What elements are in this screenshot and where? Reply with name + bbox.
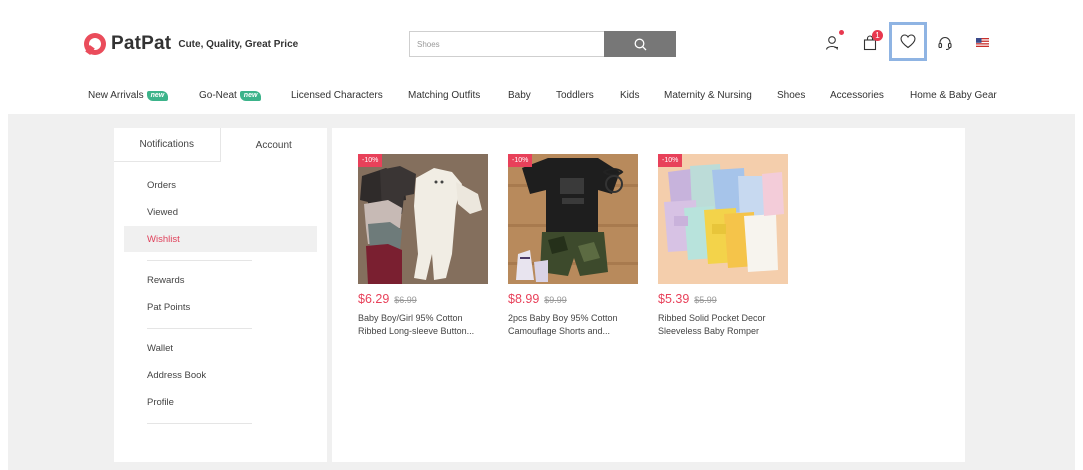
search-icon: [634, 38, 646, 50]
nav-label: Toddlers: [556, 90, 594, 101]
category-nav: New Arrivals new Go-Neat new Licensed Ch…: [0, 80, 1083, 114]
product-photo-baby-rompers: [658, 154, 788, 284]
headset-icon: [938, 37, 952, 51]
new-tag: new: [239, 90, 262, 101]
cart-count-badge: 1: [872, 30, 883, 41]
sale-price: $5.39: [658, 292, 690, 306]
notification-dot: [839, 30, 844, 35]
nav-matching-outfits[interactable]: Matching Outfits: [408, 90, 480, 101]
nav-shoes[interactable]: Shoes: [777, 90, 805, 101]
search-button[interactable]: [604, 31, 676, 57]
account-button[interactable]: [822, 32, 844, 54]
tab-notifications[interactable]: Notifications: [114, 128, 221, 162]
product-image[interactable]: -10%: [658, 154, 788, 284]
sidebar-divider: [147, 423, 252, 424]
wishlist-panel: -10% $6.29 $6.99 Baby Boy/Girl 95% Cotto…: [332, 128, 965, 462]
nav-label: Kids: [620, 90, 640, 101]
nav-maternity-nursing[interactable]: Maternity & Nursing: [664, 90, 752, 101]
product-title[interactable]: 2pcs Baby Boy 95% Cotton Camouflage Shor…: [508, 312, 642, 338]
product-image[interactable]: -10%: [508, 154, 638, 284]
sidebar-item-viewed[interactable]: Viewed: [124, 199, 317, 225]
nav-label: Home & Baby Gear: [910, 90, 997, 101]
brand-name: PatPat: [111, 33, 172, 54]
price-row: $5.39 $5.99: [658, 292, 717, 306]
nav-label: Shoes: [777, 90, 806, 101]
product-title-line: Ribbed Solid Pocket Decor: [658, 313, 766, 323]
nav-licensed-characters[interactable]: Licensed Characters: [291, 90, 383, 101]
product-title[interactable]: Ribbed Solid Pocket Decor Sleeveless Bab…: [658, 312, 792, 338]
nav-kids[interactable]: Kids: [620, 90, 639, 101]
original-price: $5.99: [694, 295, 717, 305]
customer-service-button[interactable]: [934, 32, 956, 54]
user-icon: [825, 36, 839, 50]
search-input[interactable]: [409, 31, 604, 57]
sidebar-item-pat-points[interactable]: Pat Points: [124, 294, 317, 320]
product-title-line: 2pcs Baby Boy 95% Cotton: [508, 313, 618, 323]
product-title[interactable]: Baby Boy/Girl 95% Cotton Ribbed Long-sle…: [358, 312, 492, 338]
nav-label: Licensed Characters: [291, 90, 383, 101]
nav-label: Go-Neat: [199, 90, 237, 101]
site-header: PatPat Cute, Quality, Great Price 1: [0, 0, 1083, 80]
sidebar-item-address-book[interactable]: Address Book: [124, 362, 317, 388]
sidebar-divider: [147, 260, 252, 261]
discount-badge: -10%: [658, 154, 683, 167]
product-image[interactable]: -10%: [358, 154, 488, 284]
discount-badge: -10%: [358, 154, 383, 167]
price-row: $8.99 $9.99: [508, 292, 567, 306]
sidebar-item-rewards[interactable]: Rewards: [124, 267, 317, 293]
nav-label: New Arrivals: [88, 90, 144, 101]
nav-label: Matching Outfits: [408, 90, 481, 101]
nav-go-neat[interactable]: Go-Neat new: [199, 90, 262, 101]
nav-new-arrivals[interactable]: New Arrivals new: [88, 90, 169, 101]
product-photo-camo-set: [508, 154, 638, 284]
nav-label: Maternity & Nursing: [664, 90, 752, 101]
brand-slogan: Cute, Quality, Great Price: [178, 38, 299, 50]
sale-price: $6.29: [358, 292, 390, 306]
nav-label: Baby: [508, 90, 531, 101]
price-row: $6.29 $6.99: [358, 292, 417, 306]
new-tag: new: [146, 90, 169, 101]
original-price: $9.99: [544, 295, 567, 305]
product-title-line: Ribbed Long-sleeve Button...: [358, 326, 475, 336]
product-title-line: Sleeveless Baby Romper: [658, 326, 760, 336]
patpat-logo-icon: [84, 33, 106, 55]
logo[interactable]: PatPat Cute, Quality, Great Price: [84, 33, 298, 55]
us-flag-icon[interactable]: [976, 38, 989, 47]
original-price: $6.99: [394, 295, 417, 305]
product-title-line: Camouflage Shorts and...: [508, 326, 611, 336]
nav-toddlers[interactable]: Toddlers: [556, 90, 594, 101]
nav-label: Accessories: [830, 90, 884, 101]
product-title-line: Baby Boy/Girl 95% Cotton: [358, 313, 463, 323]
sidebar-item-wishlist[interactable]: Wishlist: [124, 226, 317, 252]
sidebar-divider: [147, 328, 252, 329]
heart-icon: [900, 34, 916, 49]
nav-accessories[interactable]: Accessories: [830, 90, 884, 101]
sidebar-item-orders[interactable]: Orders: [124, 172, 317, 198]
nav-home-baby-gear[interactable]: Home & Baby Gear: [910, 90, 997, 101]
discount-badge: -10%: [508, 154, 533, 167]
product-photo-rompers: [358, 154, 488, 284]
nav-baby[interactable]: Baby: [508, 90, 531, 101]
account-sidebar: Notifications Account Orders Viewed Wish…: [114, 128, 327, 462]
sidebar-item-wallet[interactable]: Wallet: [124, 335, 317, 361]
sale-price: $8.99: [508, 292, 540, 306]
wishlist-button[interactable]: [889, 22, 927, 61]
sidebar-tabs: Notifications Account: [114, 128, 327, 162]
tab-account[interactable]: Account: [220, 128, 327, 162]
search-bar: [409, 31, 676, 57]
sidebar-item-profile[interactable]: Profile: [124, 389, 317, 415]
